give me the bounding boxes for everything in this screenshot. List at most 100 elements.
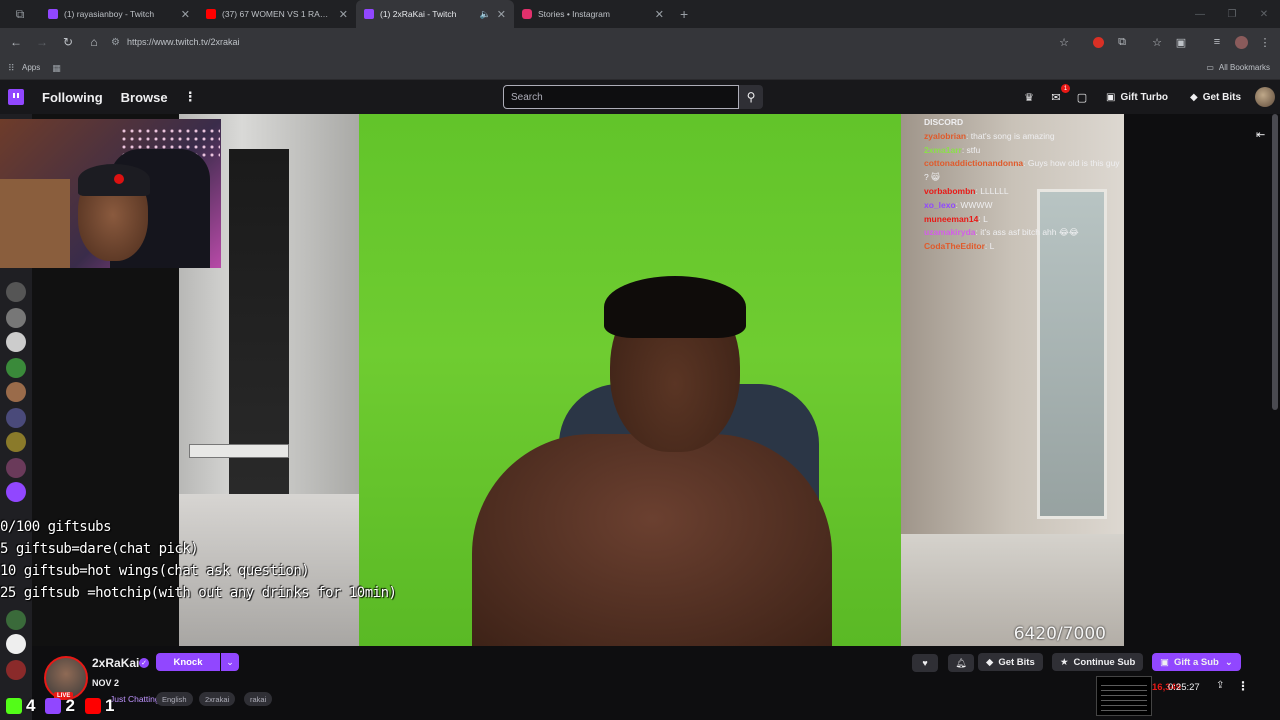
bookmark-apps[interactable]: ⠿ Apps [8, 63, 40, 73]
nav-following[interactable]: Following [42, 90, 103, 105]
media-control-icon[interactable]: ≡ [1207, 28, 1227, 56]
tab-2xrakai[interactable]: (1) 2xRaKai - Twitch 🔈 ✕ [356, 0, 514, 28]
tab-search-icon[interactable]: ▣ [1171, 28, 1191, 56]
tag-english[interactable]: English [156, 692, 193, 706]
chat-username[interactable]: uzamakiryda [924, 227, 976, 237]
channel-avatar[interactable] [6, 432, 26, 452]
search-input[interactable]: Search [503, 85, 739, 109]
chat-text: : stfu [961, 144, 981, 155]
chat-message: muneeman14: L [924, 213, 1122, 227]
chat-message: cottonaddictionandonna: Guys how old is … [924, 157, 1122, 185]
nav-browse[interactable]: Browse [121, 90, 168, 105]
chat-username[interactable]: CodaTheEditor [924, 241, 985, 251]
reload-icon[interactable]: ↻ [56, 30, 80, 54]
speaker-icon[interactable]: 🔈 [480, 9, 491, 20]
chat-message: CodaTheEditor: L [924, 240, 1122, 254]
maximize-icon[interactable]: ❐ [1216, 0, 1248, 28]
close-tab-icon[interactable]: ✕ [655, 8, 664, 21]
chat-username[interactable]: cottonaddictionandonna [924, 158, 1023, 168]
channel-avatar[interactable] [6, 610, 26, 630]
verified-icon: ✓ [139, 658, 149, 668]
channel-avatar[interactable] [6, 408, 26, 428]
close-tab-icon[interactable]: ✕ [339, 8, 348, 21]
expand-chat-icon[interactable]: ⇤ [1256, 128, 1265, 141]
tab-title: (37) 67 WOMEN VS 1 RAPPER : [222, 9, 333, 19]
knock-button[interactable]: Knock [156, 653, 220, 671]
channel-avatar[interactable] [6, 458, 26, 478]
get-bits-button[interactable]: ◆ Get Bits [978, 653, 1043, 671]
follow-heart-icon[interactable]: ♥ [912, 654, 938, 672]
channel-avatar[interactable] [6, 358, 26, 378]
back-icon[interactable]: ← [4, 30, 28, 54]
webcam-overlay [0, 119, 221, 268]
crown-icon[interactable]: ♛ [1020, 88, 1038, 106]
tab-instagram[interactable]: Stories • Instagram ✕ [514, 0, 672, 28]
channel-avatar[interactable] [6, 332, 26, 352]
home-icon[interactable]: ⌂ [82, 30, 106, 54]
continue-sub-button[interactable]: ★ Continue Sub [1052, 653, 1144, 671]
close-tab-icon[interactable]: ✕ [181, 8, 190, 21]
url-bar[interactable]: ⚙ https://www.twitch.tv/2xrakai [105, 31, 1080, 53]
channel-avatar[interactable] [6, 660, 26, 680]
button-label: Gift Turbo [1120, 91, 1169, 103]
chat-username[interactable]: zyalobrian [924, 131, 966, 141]
browser-menu-icon[interactable]: ⋮ [1255, 28, 1275, 56]
page-scrollbar[interactable] [1272, 114, 1278, 410]
extension-badge-icon[interactable] [1088, 28, 1108, 56]
all-bookmarks[interactable]: ▭ All Bookmarks [1206, 63, 1270, 72]
twitch-logo[interactable] [8, 89, 24, 105]
channel-avatar[interactable] [6, 634, 26, 654]
search-icon[interactable]: ⚲ [739, 85, 763, 109]
giftsub-reward-line: 10 giftsub=hot wings(chat ask question) [0, 563, 310, 579]
gift-turbo-button[interactable]: ▣ Gift Turbo [1106, 88, 1168, 106]
whispers-icon[interactable]: ▢ [1073, 88, 1091, 106]
close-tab-icon[interactable]: ✕ [497, 8, 506, 21]
twitch-top-nav: Following Browse ⋮ Search ⚲ ♛ ✉ 1 ▢ ▣ Gif… [0, 80, 1280, 114]
stream-date: NOV 2 [92, 678, 120, 688]
window-controls: — ❐ ✕ [1184, 0, 1280, 28]
share-icon[interactable]: ⇪ [1216, 680, 1224, 691]
url-text: https://www.twitch.tv/2xrakai [127, 37, 240, 47]
tab-groups-icon[interactable]: ⧉ [0, 0, 40, 28]
button-label: Get Bits [1202, 91, 1242, 103]
chat-username[interactable]: vorbabombn [924, 186, 975, 196]
close-window-icon[interactable]: ✕ [1248, 0, 1280, 28]
giftsub-goal-line: 0/100 giftsubs [0, 519, 112, 535]
chat-username[interactable]: muneeman14 [924, 214, 978, 224]
video-scene-table [189, 444, 289, 458]
tag-2xrakai[interactable]: 2xrakai [199, 692, 236, 706]
streamer-body [472, 434, 832, 646]
platform-viewer-counts: 4 2 1 [6, 696, 124, 716]
forward-icon[interactable]: → [30, 30, 54, 54]
more-icon[interactable]: ⋮ [184, 89, 197, 105]
tag-rakai[interactable]: rakai [244, 692, 273, 706]
site-info-icon[interactable]: ⚙ [111, 37, 120, 48]
channel-avatar[interactable] [6, 282, 26, 302]
star-icon[interactable]: ☆ [1054, 28, 1074, 56]
channel-avatar[interactable] [6, 308, 26, 328]
channel-name[interactable]: 2xRaKai [92, 656, 139, 670]
tab-rayasianboy[interactable]: (1) rayasianboy - Twitch ✕ [40, 0, 198, 28]
bookmark-grid[interactable]: ▦ [52, 63, 66, 73]
bookmark-star-icon[interactable]: ☆ [1147, 28, 1167, 56]
gift-sub-button[interactable]: ▣ Gift a Sub ⌄ [1152, 653, 1241, 671]
channel-avatar[interactable] [6, 482, 26, 502]
tab-youtube[interactable]: (37) 67 WOMEN VS 1 RAPPER : ✕ [198, 0, 356, 28]
instagram-favicon-icon [522, 9, 532, 19]
new-tab-button[interactable]: + [680, 6, 688, 22]
minimize-icon[interactable]: — [1184, 0, 1216, 28]
chevron-down-icon[interactable]: ⌄ [221, 653, 239, 671]
channel-avatar[interactable] [6, 382, 26, 402]
chat-message: zyalobrian: that's song is amazing [924, 130, 1122, 144]
profile-avatar[interactable] [1231, 28, 1251, 56]
chat-username[interactable]: 2xma1arr [924, 145, 962, 155]
extension-icon[interactable]: ⧉ [1112, 28, 1132, 56]
user-avatar[interactable] [1255, 87, 1275, 107]
get-bits-button[interactable]: ◆ Get Bits [1190, 88, 1241, 106]
bell-icon[interactable]: 🔔︎ [948, 654, 974, 672]
bits-icon: ◆ [986, 656, 994, 668]
sub-goal-counter: 6420/7000 [1013, 624, 1106, 644]
youtube-icon [84, 698, 101, 714]
more-options-icon[interactable]: ⋮ [1237, 679, 1249, 693]
chat-username[interactable]: xo_lexo [924, 200, 956, 210]
